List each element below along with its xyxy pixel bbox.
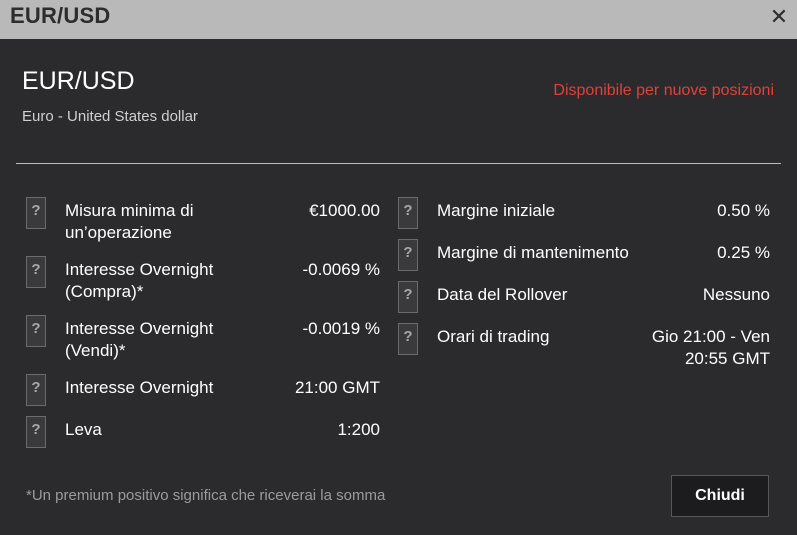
close-button[interactable]: Chiudi bbox=[671, 475, 769, 517]
detail-value: Nessuno bbox=[702, 285, 770, 304]
help-icon[interactable]: ? bbox=[26, 256, 46, 288]
help-icon[interactable]: ? bbox=[26, 374, 46, 406]
detail-row-maintenance-margin: ? Margine di mantenimento 0.25 % bbox=[398, 239, 770, 279]
availability-status: Disponibile per nuove posizioni bbox=[553, 82, 774, 99]
detail-row-initial-margin: ? Margine iniziale 0.50 % bbox=[398, 197, 770, 237]
footnote: *Un premium positivo significa che ricev… bbox=[26, 487, 386, 504]
detail-row-overnight-time: ? Interesse Overnight 21:00 GMT bbox=[26, 374, 380, 414]
help-icon[interactable]: ? bbox=[26, 416, 46, 448]
detail-value: -0.0019 % bbox=[302, 319, 381, 338]
help-icon[interactable]: ? bbox=[398, 281, 418, 313]
detail-value: 0.25 % bbox=[717, 243, 770, 262]
detail-value: 0.50 % bbox=[717, 201, 770, 220]
detail-row-min-trade: ? Misura minima di un’operazione €1000.0… bbox=[26, 197, 380, 242]
divider bbox=[16, 163, 781, 164]
detail-row-rollover-date: ? Data del Rollover Nessuno bbox=[398, 281, 770, 321]
help-icon[interactable]: ? bbox=[26, 197, 46, 229]
detail-value: 21:00 GMT bbox=[294, 378, 380, 397]
detail-value: 1:200 bbox=[337, 420, 380, 439]
detail-row-trading-hours: ? Orari di trading Gio 21:00 - Ven 20:55… bbox=[398, 323, 770, 375]
dialog-titlebar: EUR/USD ✕ bbox=[0, 0, 797, 39]
detail-row-overnight-buy: ? Interesse Overnight (Compra)* -0.0069 … bbox=[26, 256, 381, 301]
help-icon[interactable]: ? bbox=[398, 323, 418, 355]
dialog-title: EUR/USD bbox=[10, 3, 111, 28]
detail-value: €1000.00 bbox=[309, 201, 380, 220]
instrument-symbol: EUR/USD bbox=[22, 67, 135, 95]
help-icon[interactable]: ? bbox=[398, 239, 418, 271]
help-icon[interactable]: ? bbox=[398, 197, 418, 229]
detail-row-leverage: ? Leva 1:200 bbox=[26, 416, 380, 456]
detail-value: -0.0069 % bbox=[302, 260, 381, 279]
close-icon[interactable]: ✕ bbox=[769, 6, 789, 28]
help-icon[interactable]: ? bbox=[26, 315, 46, 347]
instrument-full-name: Euro - United States dollar bbox=[22, 108, 198, 125]
detail-row-overnight-sell: ? Interesse Overnight (Vendi)* -0.0019 % bbox=[26, 315, 381, 360]
detail-value: Gio 21:00 - Ven 20:55 GMT bbox=[651, 327, 770, 368]
